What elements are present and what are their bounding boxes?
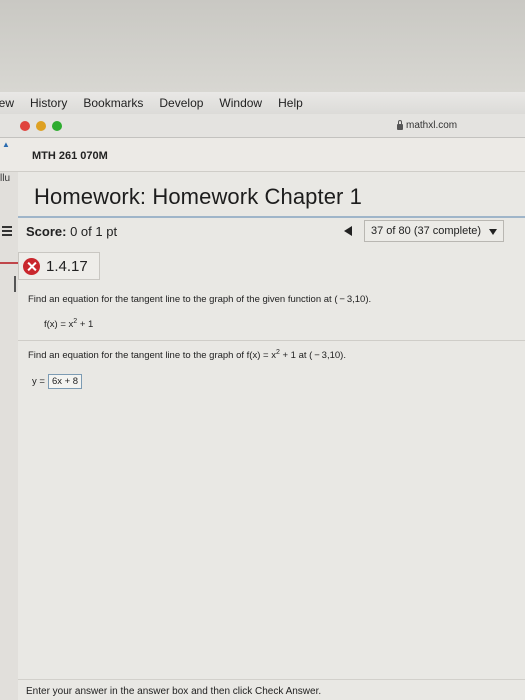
function-rhs: + 1 [77, 319, 94, 331]
screen-bezel [0, 0, 525, 92]
homework-page: Homework: Homework Chapter 1 Score: 0 of… [0, 172, 525, 700]
menu-history[interactable]: History [30, 96, 67, 110]
course-header: ▲ MTH 261 070M [0, 138, 525, 172]
cursor-marker [14, 276, 16, 292]
answer-prompt: Find an equation for the tangent line to… [28, 349, 346, 361]
function-lhs: f(x) = x [44, 319, 74, 331]
answer-row: y = 6x + 8 [32, 374, 83, 389]
answer-input[interactable]: 6x + 8 [47, 374, 83, 389]
question-selector[interactable]: 37 of 80 (37 complete) [364, 220, 504, 242]
menu-bookmarks[interactable]: Bookmarks [83, 96, 143, 110]
title-divider [18, 216, 525, 218]
instructions-footer: Enter your answer in the answer box and … [18, 679, 525, 700]
question-number-box: 1.4.17 [18, 252, 100, 280]
menu-view[interactable]: iew [0, 96, 14, 110]
hamburger-menu-icon[interactable] [2, 226, 12, 236]
lock-icon [397, 119, 403, 130]
dropdown-arrow-icon [489, 229, 497, 235]
menu-bar: iew History Bookmarks Develop Window Hel… [0, 92, 525, 114]
progress-text: 37 of 80 (37 complete) [371, 225, 482, 237]
prompt-divider [18, 340, 525, 341]
menu-help[interactable]: Help [278, 96, 303, 110]
answer-prompt-a: Find an equation for the tangent line to… [28, 350, 276, 362]
answer-prompt-b: + 1 at ( − 3,10). [279, 350, 346, 362]
menu-window[interactable]: Window [219, 96, 262, 110]
score-value: 0 of 1 pt [66, 224, 118, 239]
function-definition: f(x) = x2 + 1 [44, 318, 93, 330]
question-prompt: Find an equation for the tangent line to… [28, 294, 372, 305]
sidebar-fragment: llu [0, 173, 11, 184]
minimize-window-button[interactable] [36, 121, 46, 131]
url-text: mathxl.com [406, 120, 458, 131]
address-bar[interactable]: mathxl.com [397, 119, 458, 131]
score-display: Score: 0 of 1 pt [26, 224, 117, 239]
answer-prefix: y = [32, 376, 45, 387]
score-bar: Score: 0 of 1 pt 37 of 80 (37 complete) [2, 220, 525, 244]
nav-arrow-icon[interactable]: ▲ [2, 140, 10, 149]
course-name: MTH 261 070M [32, 150, 108, 162]
left-sidebar: llu [0, 172, 18, 700]
page-title: Homework: Homework Chapter 1 [34, 184, 363, 209]
footer-instructions: Enter your answer in the answer box and … [26, 686, 322, 697]
browser-toolbar: mathxl.com [0, 114, 525, 138]
score-label: Score: [26, 224, 67, 239]
question-number: 1.4.17 [46, 258, 88, 275]
menu-develop[interactable]: Develop [159, 96, 203, 110]
previous-question-button[interactable] [344, 226, 352, 236]
zoom-window-button[interactable] [52, 121, 62, 131]
close-window-button[interactable] [20, 121, 30, 131]
window-controls [20, 121, 62, 131]
incorrect-x-icon [23, 258, 40, 275]
